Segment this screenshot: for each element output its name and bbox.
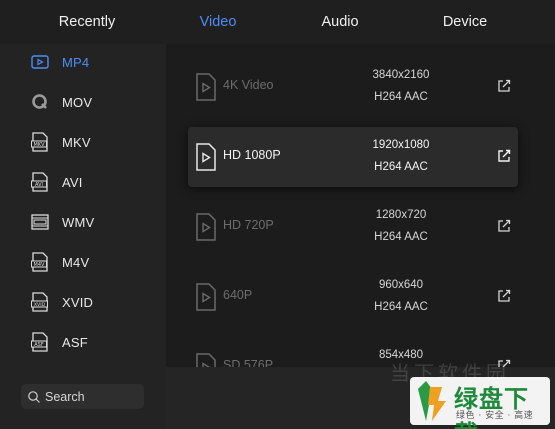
m4v-file-icon: M4V	[30, 251, 50, 273]
sidebar-item-label: MP4	[62, 54, 90, 70]
preset-row-1080p[interactable]: HD 1080P 1920x1080 H264 AAC	[188, 127, 518, 187]
preset-resolution: 3840x2160	[372, 69, 430, 81]
preset-codec: H264 AAC	[374, 231, 428, 243]
preset-resolution: 1280x720	[375, 209, 427, 221]
svg-text:ASF: ASF	[34, 342, 44, 348]
sidebar-item-label: AVI	[62, 174, 83, 190]
search-icon	[27, 390, 41, 404]
preset-name: HD 720P	[223, 218, 274, 232]
video-file-icon	[195, 143, 217, 171]
format-sidebar: MP4 MOV MKV MKV AVI AVI WMV M4V M4V XVID	[0, 44, 166, 429]
preset-name: 640P	[223, 288, 253, 302]
watermark-badge: 绿盘下载 绿色 · 安全 · 高速	[410, 377, 550, 429]
tab-recently[interactable]: Recently	[40, 0, 134, 44]
sidebar-item-mov[interactable]: MOV	[30, 90, 92, 114]
mkv-file-icon: MKV	[30, 131, 50, 153]
sidebar-item-label: ASF	[62, 334, 88, 350]
tab-audio[interactable]: Audio	[300, 0, 380, 44]
sidebar-item-mp4[interactable]: MP4	[30, 50, 89, 74]
search-placeholder: Search	[45, 389, 85, 404]
edit-icon[interactable]	[497, 79, 511, 93]
video-file-icon	[195, 283, 217, 311]
watermark-brand: 绿盘下载	[454, 385, 529, 429]
sidebar-item-mkv[interactable]: MKV MKV	[30, 130, 91, 154]
preset-row-4k[interactable]: 4K Video 3840x2160 H264 AAC	[188, 57, 518, 117]
svg-text:MKV: MKV	[33, 142, 45, 148]
sidebar-item-xvid[interactable]: XVID XVID	[30, 290, 93, 314]
video-file-icon	[195, 73, 217, 101]
preset-row-640p[interactable]: 640P 960x640 H264 AAC	[188, 267, 518, 327]
wmv-icon	[30, 211, 50, 233]
preset-codec: H264 AAC	[374, 91, 428, 103]
green-disk-logo-icon	[412, 379, 452, 423]
sidebar-item-wmv[interactable]: WMV	[30, 210, 94, 234]
edit-icon[interactable]	[497, 289, 511, 303]
sidebar-item-m4v[interactable]: M4V M4V	[30, 250, 89, 274]
preset-row-720p[interactable]: HD 720P 1280x720 H264 AAC	[188, 197, 518, 257]
edit-icon[interactable]	[497, 219, 511, 233]
preset-name: 4K Video	[223, 78, 274, 92]
preset-codec: H264 AAC	[374, 301, 428, 313]
format-tabs: Recently Video Audio Device	[0, 0, 555, 44]
tab-video[interactable]: Video	[180, 0, 256, 44]
sidebar-item-label: XVID	[62, 294, 94, 310]
sidebar-item-label: WMV	[62, 214, 95, 230]
sidebar-item-asf[interactable]: ASF ASF	[30, 330, 88, 354]
preset-name: HD 1080P	[223, 148, 281, 162]
preset-codec: H264 AAC	[374, 161, 428, 173]
sidebar-item-label: M4V	[62, 254, 90, 270]
sidebar-item-label: MKV	[62, 134, 91, 150]
preset-resolution: 960x640	[378, 279, 424, 291]
edit-icon[interactable]	[497, 149, 511, 163]
xvid-file-icon: XVID	[30, 291, 50, 313]
svg-text:AVI: AVI	[35, 182, 43, 188]
mp4-icon	[30, 51, 50, 73]
tab-device[interactable]: Device	[425, 0, 505, 44]
video-file-icon	[195, 213, 217, 241]
avi-file-icon: AVI	[30, 171, 50, 193]
watermark-tagline: 绿色 · 安全 · 高速	[456, 411, 534, 421]
preset-resolution: 1920x1080	[372, 139, 430, 151]
watermark: 当下软件园 绿盘下载 绿色 · 安全 · 高速	[370, 355, 555, 429]
search-input[interactable]: Search	[21, 384, 144, 409]
asf-file-icon: ASF	[30, 331, 50, 353]
sidebar-item-avi[interactable]: AVI AVI	[30, 170, 83, 194]
sidebar-item-label: MOV	[62, 94, 93, 110]
svg-text:XVID: XVID	[34, 302, 46, 308]
mov-icon	[30, 91, 50, 113]
svg-text:M4V: M4V	[34, 262, 45, 268]
